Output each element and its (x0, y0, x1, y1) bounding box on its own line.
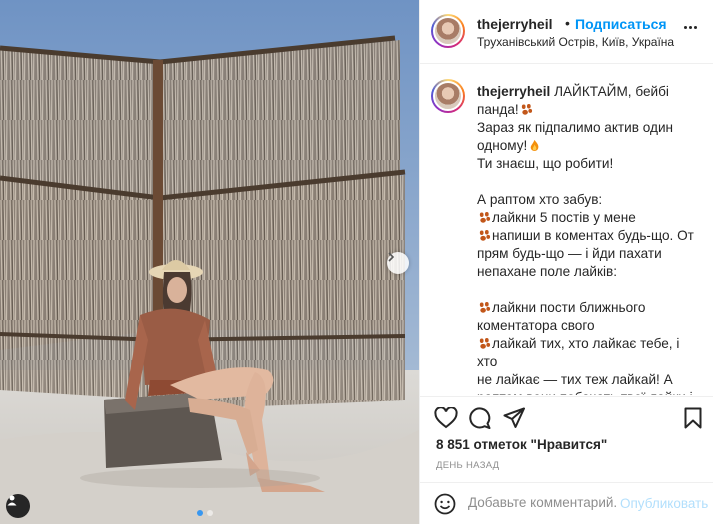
caption-line-text: лайкни 5 постів у мене (492, 210, 636, 225)
paw-emoji (519, 102, 534, 117)
caption-section: thejerryheil ЛАЙКТАЙМ, бейбі панда! Зараз … (420, 65, 713, 395)
caption-line-text: напиши в коментах будь-що. От (492, 228, 694, 243)
caption-line: Ти знаєш, що робити! (477, 155, 702, 173)
caption-line: непахане поле лайків: (477, 263, 702, 281)
post-timestamp[interactable]: ДЕНЬ НАЗАД (436, 460, 499, 471)
heart-icon[interactable] (434, 407, 458, 429)
publish-button[interactable]: Опубликовать (620, 496, 708, 511)
caption-line-text: Ти знаєш, що робити! (477, 156, 614, 171)
carousel-indicator (197, 510, 213, 516)
caption-line: одному! (477, 137, 702, 155)
share-icon[interactable] (503, 407, 525, 429)
caption-line-text: панда! (477, 102, 519, 117)
more-icon[interactable] (684, 26, 697, 29)
action-bar (420, 396, 713, 440)
location-link[interactable]: Труханівський Острів, Київ, Україна (477, 35, 674, 49)
header-separator: • (565, 15, 570, 31)
caption-line: лайкай тих, хто лайкає тебе, і хто (477, 335, 702, 371)
comment-input[interactable] (468, 495, 618, 510)
fire-emoji (527, 138, 542, 153)
paw-emoji (477, 228, 492, 243)
caption-line: не лайкає — тих теж лайкай! А (477, 371, 702, 389)
chevron-right-icon (388, 252, 395, 262)
paw-emoji (477, 210, 492, 225)
caption-line-text: непахане поле лайків: (477, 264, 617, 279)
bookmark-icon[interactable] (684, 407, 702, 429)
caption-line: прям будь-що — і йди пахати (477, 245, 702, 263)
caption-line (477, 281, 702, 299)
caption-line-text: лайкай тих, хто лайкає тебе, і хто (477, 336, 684, 369)
carousel-dot-active (197, 510, 203, 516)
carousel-next-button[interactable] (387, 252, 409, 274)
post-header: thejerryheil • Подписаться Труханівський… (420, 0, 713, 64)
caption-line (477, 173, 702, 191)
instagram-post: thejerryheil • Подписаться Труханівський… (0, 0, 713, 524)
caption-line-text: коментатора свого (477, 318, 595, 333)
header-username[interactable]: thejerryheil (477, 16, 552, 32)
comment-icon[interactable] (468, 407, 491, 429)
caption-line: лайкни 5 постів у мене (477, 209, 702, 227)
caption-line: коментатора свого (477, 317, 702, 335)
caption-line-text: раптом вони побачать твої лайки і (477, 390, 693, 395)
caption-line-text: Зараз як підпалимо актив один (477, 120, 674, 135)
beach-photo-illustration (0, 0, 419, 524)
paw-emoji (477, 300, 492, 315)
caption-line: лайкни пости ближнього (477, 299, 702, 317)
caption-line: Зараз як підпалимо актив один (477, 119, 702, 137)
user-tag-button[interactable] (6, 494, 30, 518)
user-tag-icon (7, 495, 17, 506)
emoji-icon[interactable] (434, 493, 456, 515)
caption-text: thejerryheil ЛАЙКТАЙМ, бейбі панда! Зараз … (477, 83, 702, 395)
caption-line-text: одному! (477, 138, 528, 153)
caption-username[interactable]: thejerryheil (477, 84, 550, 99)
follow-button[interactable]: Подписаться (575, 16, 667, 32)
avatar[interactable] (431, 14, 465, 48)
paw-emoji (477, 336, 492, 351)
caption-avatar[interactable] (431, 79, 465, 113)
post-photo[interactable] (0, 0, 419, 524)
caption-line: thejerryheil ЛАЙКТАЙМ, бейбі (477, 83, 702, 101)
caption-line-text: ЛАЙКТАЙМ, бейбі (550, 84, 669, 99)
caption-line: панда! (477, 101, 702, 119)
caption-line-text: не лайкає — тих теж лайкай! А (477, 372, 673, 387)
caption-line: А раптом хто забув: (477, 191, 702, 209)
caption-line-text: А раптом хто забув: (477, 192, 603, 207)
caption-line: напиши в коментах будь-що. От (477, 227, 702, 245)
caption-line-text: лайкни пости ближнього (492, 300, 646, 315)
caption-line: раптом вони побачать твої лайки і (477, 389, 702, 395)
likes-count[interactable]: 8 851 отметок "Нравится" (436, 437, 607, 452)
carousel-dot (207, 510, 213, 516)
comment-bar: Опубликовать (420, 482, 713, 524)
caption-line-text: прям будь-що — і йди пахати (477, 246, 662, 261)
post-side-panel: thejerryheil • Подписаться Труханівський… (419, 0, 713, 524)
